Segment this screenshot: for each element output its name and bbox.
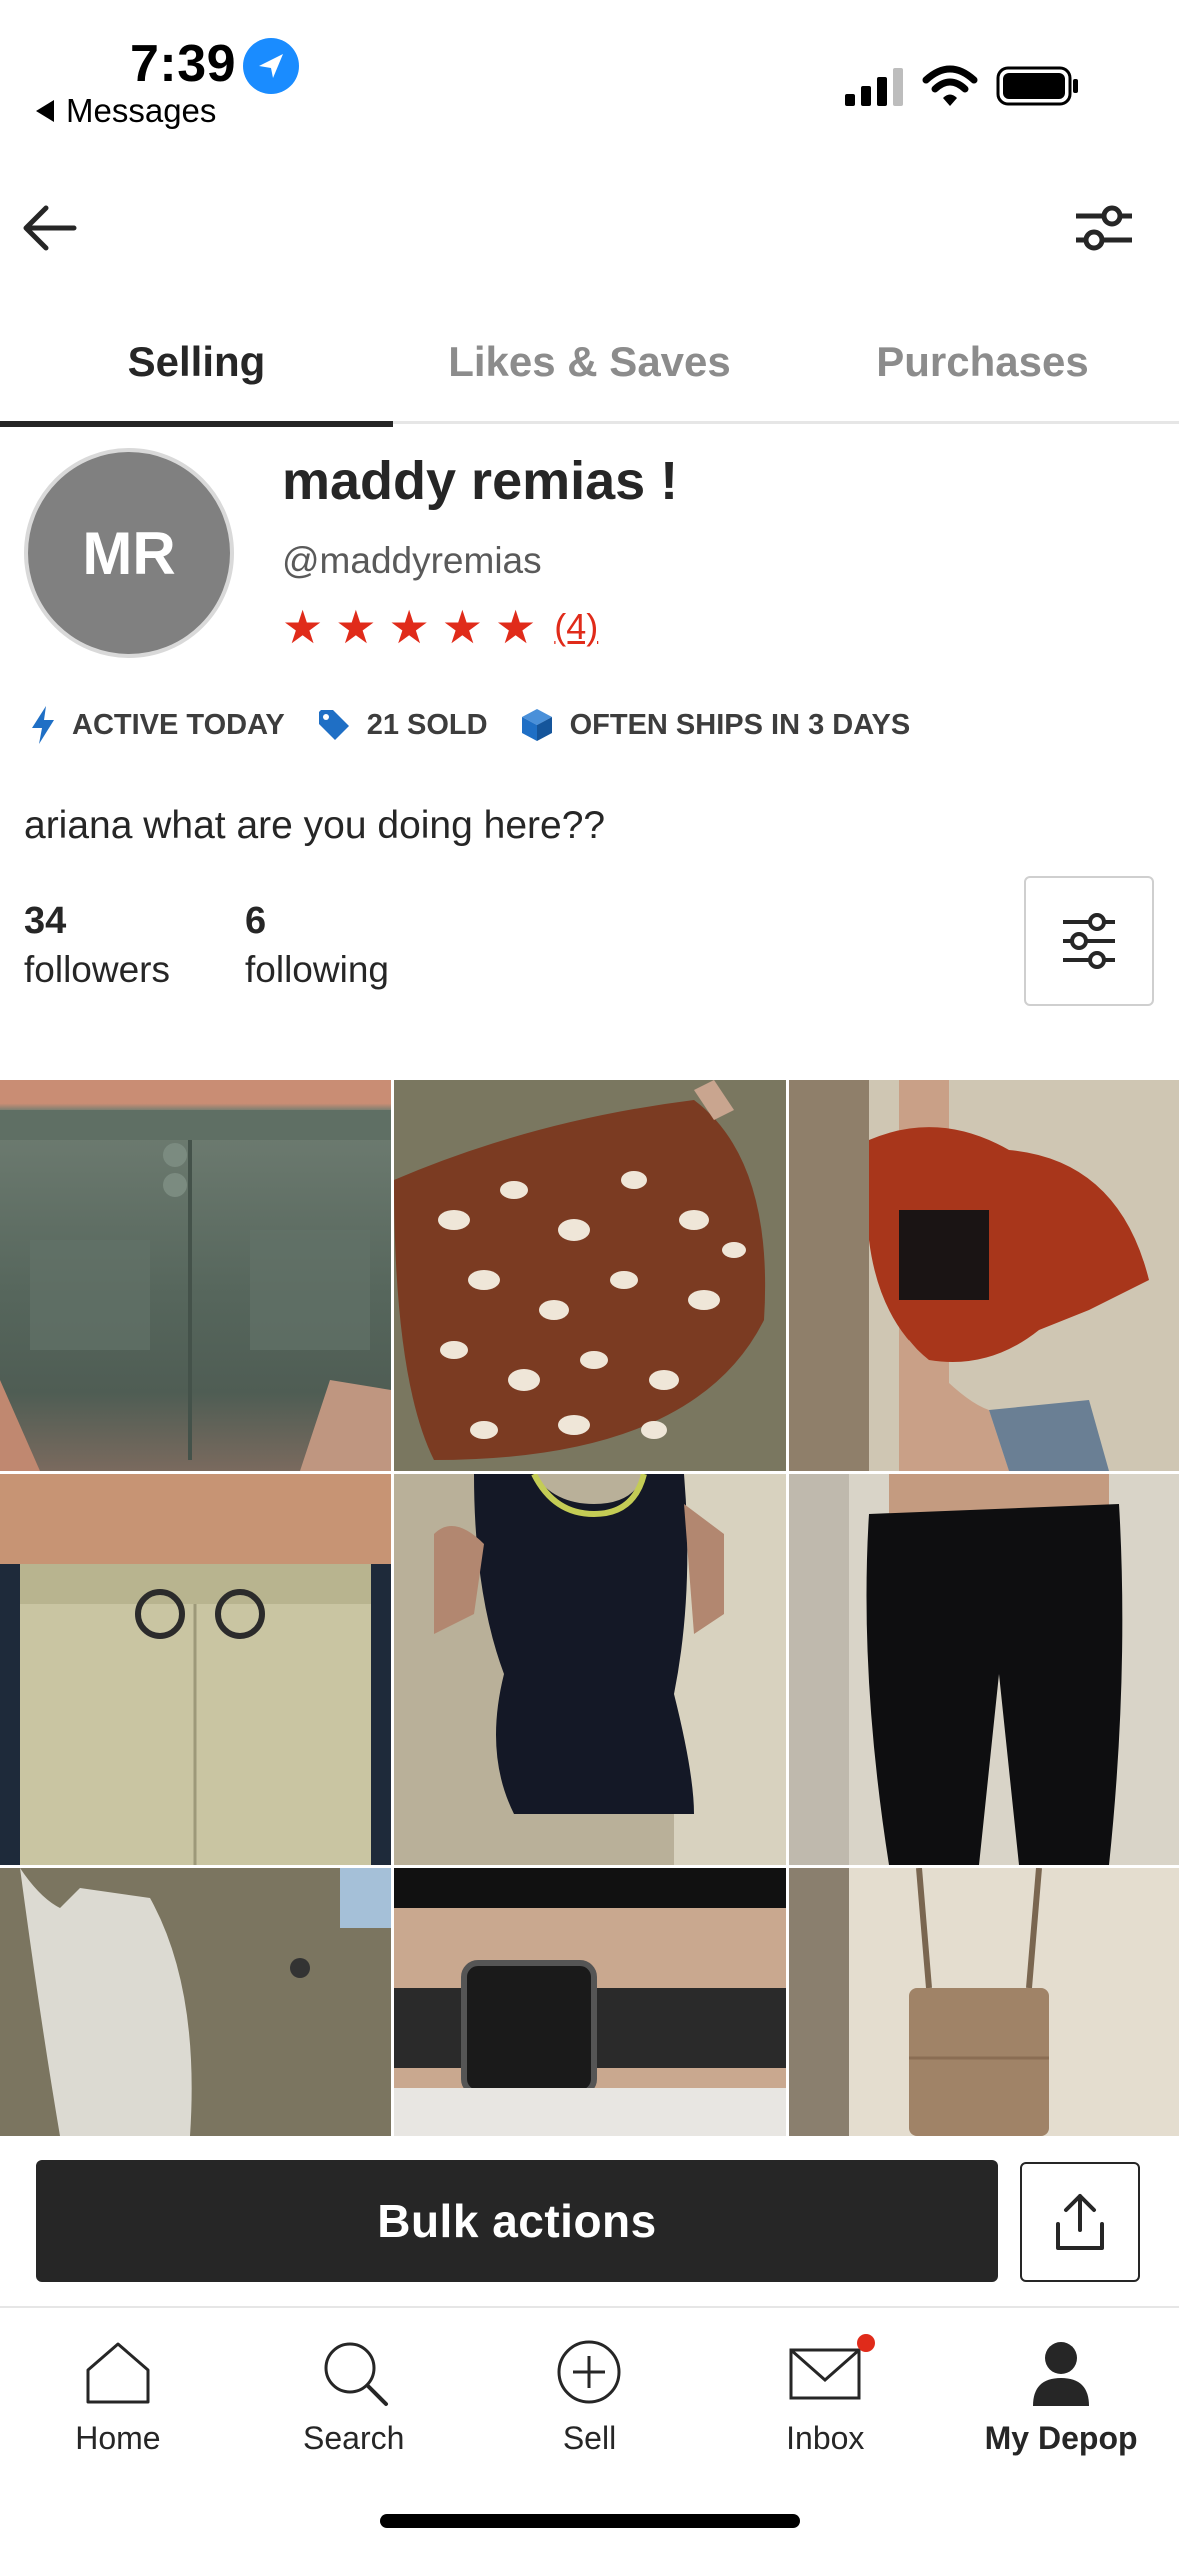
avatar[interactable]: MR — [24, 448, 234, 658]
badge-label: OFTEN SHIPS IN 3 DAYS — [569, 708, 911, 741]
tab-selling[interactable]: Selling — [0, 300, 393, 427]
search-icon — [324, 2342, 388, 2406]
nav-label: Inbox — [786, 2420, 865, 2456]
nav-home[interactable]: Home — [0, 2308, 236, 2506]
unread-dot — [857, 2334, 876, 2352]
seller-badges: ACTIVE TODAY 21 SOLD OFTEN SHIPS IN 3 DA… — [30, 706, 942, 744]
star-icon: ★ — [335, 601, 377, 653]
back-arrow-icon[interactable] — [18, 196, 82, 260]
nav-label: My Depop — [984, 2420, 1138, 2456]
listing-photo — [0, 1110, 391, 1471]
bulk-actions-button[interactable]: Bulk actions — [36, 2160, 998, 2282]
nav-sell[interactable]: Sell — [472, 2308, 708, 2506]
location-icon — [243, 38, 299, 94]
badge-label: ACTIVE TODAY — [72, 708, 285, 741]
back-triangle-icon — [36, 100, 54, 122]
plus-circle-icon — [557, 2340, 621, 2404]
listing-tile[interactable] — [394, 1080, 786, 1471]
nav-label: Sell — [562, 2420, 617, 2456]
listing-tile[interactable] — [0, 1080, 391, 1471]
tab-purchases[interactable]: Purchases — [786, 300, 1179, 424]
home-icon — [86, 2342, 150, 2404]
following-label: following — [245, 949, 389, 990]
back-app-label: Messages — [66, 92, 217, 129]
listing-grid — [0, 1080, 1179, 2136]
listing-photo — [20, 1868, 391, 2136]
rating[interactable]: ★ ★ ★ ★ ★ (4) — [282, 604, 598, 650]
listing-tile[interactable] — [394, 1868, 786, 2136]
followers-count: 34 — [24, 900, 67, 942]
listing-photo — [789, 1474, 1123, 1865]
followers-stat[interactable]: 34 followers — [24, 900, 170, 991]
nav-label: Home — [75, 2420, 161, 2456]
nav-search[interactable]: Search — [236, 2308, 472, 2506]
badge-active: ACTIVE TODAY — [30, 706, 285, 744]
back-to-messages-link[interactable]: Messages — [36, 92, 216, 130]
listing-tile[interactable] — [0, 1474, 391, 1865]
star-icon: ★ — [282, 601, 324, 653]
filter-button[interactable] — [1024, 876, 1154, 1006]
profile-name: maddy remias ! — [282, 451, 679, 511]
badge-sold: 21 SOLD — [317, 708, 488, 742]
listing-tile[interactable] — [789, 1080, 1179, 1471]
badge-label: 21 SOLD — [366, 708, 488, 741]
signal-icon — [845, 68, 903, 106]
star-icon: ★ — [495, 601, 537, 653]
nav-inbox[interactable]: Inbox — [707, 2308, 943, 2506]
badge-shipping: OFTEN SHIPS IN 3 DAYS — [520, 707, 911, 743]
following-count: 6 — [245, 900, 267, 942]
listing-tile[interactable] — [789, 1868, 1179, 2136]
nav-my-depop[interactable]: My Depop — [943, 2308, 1179, 2506]
listing-tile[interactable] — [0, 1868, 391, 2136]
followers-label: followers — [24, 949, 170, 990]
home-indicator[interactable] — [380, 2514, 800, 2528]
nav-label: Search — [303, 2420, 405, 2456]
profile-handle: @maddyremias — [282, 540, 542, 581]
profile-bio: ariana what are you doing here?? — [24, 804, 606, 847]
share-button[interactable] — [1020, 2162, 1140, 2282]
tag-icon — [318, 710, 349, 740]
person-icon — [1033, 2342, 1090, 2406]
star-icon: ★ — [441, 601, 483, 653]
review-count-link[interactable]: (4) — [554, 606, 598, 648]
box-icon — [521, 709, 552, 741]
listing-photo — [0, 1474, 391, 1865]
settings-sliders-icon[interactable] — [1072, 200, 1136, 256]
share-icon — [1056, 2194, 1104, 2250]
listing-tile[interactable] — [789, 1474, 1179, 1865]
listing-photo — [789, 1080, 1149, 1471]
star-icon: ★ — [388, 601, 430, 653]
profile-tabs: Selling Likes & Saves Purchases — [0, 300, 1179, 427]
listing-photo — [789, 1868, 1049, 2136]
bottom-nav: Home Search Sell Inbox My Depop — [0, 2306, 1179, 2506]
listing-photo — [434, 1474, 786, 1865]
battery-icon — [996, 66, 1078, 106]
lightning-icon — [32, 706, 54, 744]
tab-likes-saves[interactable]: Likes & Saves — [393, 300, 786, 424]
mail-icon — [789, 2348, 861, 2400]
filter-sliders-icon — [1063, 913, 1115, 969]
following-stat[interactable]: 6 following — [245, 900, 389, 991]
status-time: 7:39 — [130, 35, 237, 93]
listing-tile[interactable] — [394, 1474, 786, 1865]
wifi-icon — [922, 65, 978, 106]
listing-photo — [394, 1080, 766, 1460]
listing-photo — [394, 1868, 786, 2136]
